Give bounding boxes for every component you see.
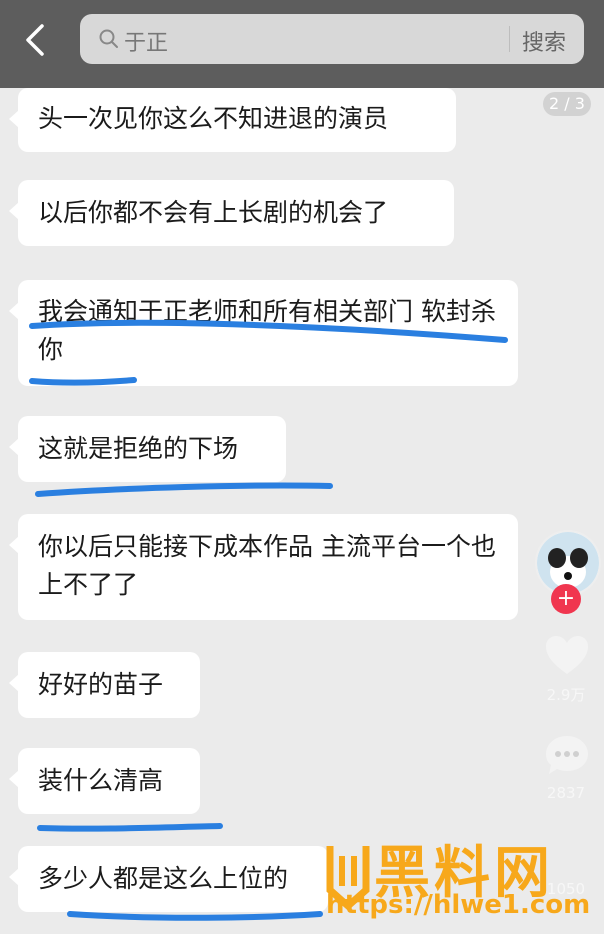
underline-mark bbox=[37, 823, 223, 832]
search-input[interactable]: 于正 搜索 bbox=[80, 14, 584, 64]
chat-bubble: 装什么清高 bbox=[9, 748, 200, 814]
message-text: 以后你都不会有上长剧的机会了 bbox=[38, 198, 389, 227]
message-text: 这就是拒绝的下场 bbox=[38, 434, 239, 463]
bubble-tail bbox=[9, 674, 19, 692]
like-count: 2.9万 bbox=[546, 686, 586, 704]
message-text: 你以后只能接下成本作品 主流平台一个也上不了了 bbox=[38, 532, 496, 599]
message-text: 多少人都是这么上位的 bbox=[38, 864, 289, 893]
chat-bubble: 我会通知于正老师和所有相关部门 软封杀你 bbox=[9, 280, 518, 386]
underline-mark bbox=[67, 911, 323, 921]
comment-count: 2837 bbox=[546, 784, 586, 802]
bubble-tail bbox=[9, 438, 19, 456]
message-text: 头一次见你这么不知进退的演员 bbox=[38, 104, 389, 133]
chevron-left-icon bbox=[26, 24, 44, 56]
underline-mark bbox=[35, 482, 333, 497]
comment-icon[interactable] bbox=[544, 734, 590, 776]
search-button[interactable]: 搜索 bbox=[522, 25, 566, 57]
chat-bubble: 这就是拒绝的下场 bbox=[9, 416, 286, 482]
bubble-tail bbox=[9, 202, 19, 220]
bubble-tail bbox=[9, 770, 19, 788]
chat-bubble: 以后你都不会有上长剧的机会了 bbox=[9, 180, 454, 246]
watermark-url: https://hlwe1.com bbox=[326, 890, 591, 920]
page-indicator: 2 / 3 bbox=[543, 92, 591, 116]
bubble-tail bbox=[9, 110, 19, 128]
chat-bubble: 多少人都是这么上位的 bbox=[9, 846, 328, 912]
heart-icon[interactable] bbox=[544, 634, 590, 676]
search-query: 于正 bbox=[124, 31, 169, 56]
message-text: 我会通知于正老师和所有相关部门 软封杀你 bbox=[38, 297, 496, 364]
chat-bubble: 头一次见你这么不知进退的演员 bbox=[9, 88, 456, 152]
search-icon bbox=[99, 29, 118, 48]
message-text: 好好的苗子 bbox=[38, 670, 164, 699]
message-text: 装什么清高 bbox=[38, 766, 164, 795]
bubble-tail bbox=[9, 536, 19, 554]
search-divider bbox=[509, 26, 510, 52]
bubble-tail bbox=[9, 302, 19, 320]
chat-bubble: 好好的苗子 bbox=[9, 652, 200, 718]
chat-bubble: 你以后只能接下成本作品 主流平台一个也上不了了 bbox=[9, 514, 518, 620]
follow-button[interactable]: + bbox=[551, 584, 581, 614]
top-bar: 于正 搜索 bbox=[0, 0, 604, 88]
back-button[interactable] bbox=[18, 22, 54, 58]
bubble-tail bbox=[9, 868, 19, 886]
